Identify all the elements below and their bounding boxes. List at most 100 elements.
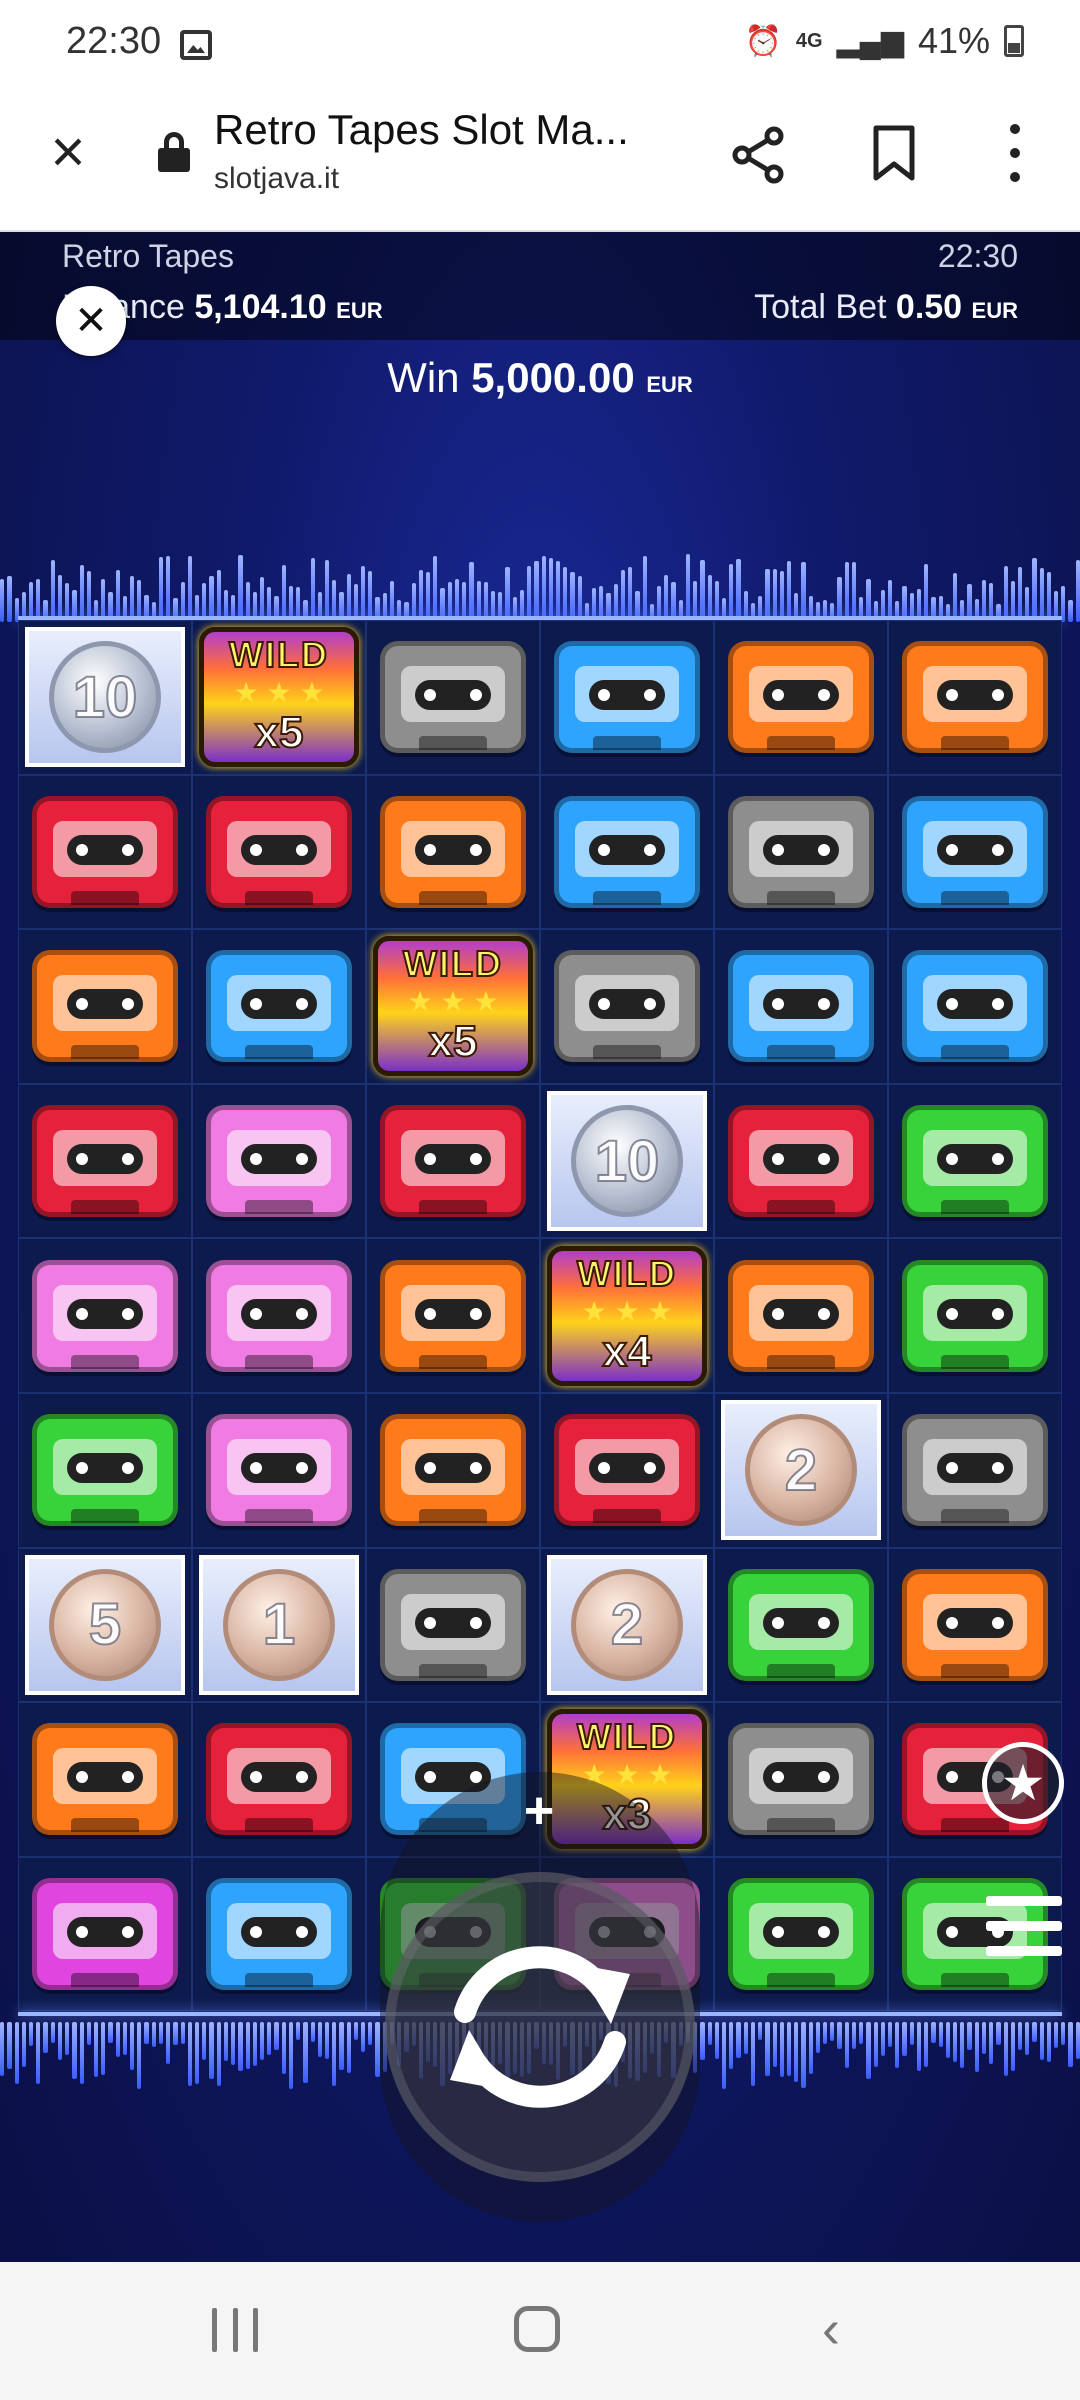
- equalizer-bar: [1068, 2022, 1073, 2067]
- game-menu-icon[interactable]: [986, 1896, 1062, 1956]
- equalizer-bar: [324, 559, 330, 622]
- cassette-green-symbol: [902, 1259, 1048, 1372]
- equalizer-bar: [1017, 567, 1023, 622]
- equalizer-bar: [361, 2022, 366, 2052]
- reel-cell: [714, 1083, 888, 1239]
- equalizer-bar: [93, 2022, 99, 2077]
- cassette-blue-symbol: [554, 795, 700, 908]
- reel-cell: [192, 1238, 366, 1393]
- equalizer-bar: [707, 2022, 712, 2046]
- equalizer-bar: [707, 574, 712, 622]
- equalizer-bar: [938, 2022, 943, 2048]
- equalizer-bar: [216, 570, 221, 622]
- cassette-blue-symbol: [206, 950, 352, 1063]
- reel-cell: 2: [540, 1547, 714, 1703]
- battery-icon: [1004, 25, 1024, 57]
- home-icon[interactable]: [514, 2306, 560, 2352]
- reel-cell: 1: [192, 1547, 366, 1703]
- page-domain[interactable]: slotjava.it: [214, 162, 339, 196]
- cassette-red-symbol: [32, 1105, 178, 1218]
- cassette-pink-symbol: [32, 1259, 178, 1372]
- cassette-red-symbol: [206, 795, 352, 908]
- equalizer-bar: [57, 574, 63, 622]
- close-tab-icon[interactable]: ×: [42, 122, 94, 182]
- equalizer-bar: [779, 2022, 784, 2077]
- equalizer-bar: [859, 2022, 864, 2044]
- reel-cell: WILD ★ ★ ★ x4: [540, 1238, 714, 1393]
- reel-cell: WILD ★ ★ ★ x5: [366, 929, 540, 1084]
- equalizer-bar: [945, 2022, 950, 2058]
- equalizer-bar: [433, 556, 438, 622]
- equalizer-bar: [664, 574, 669, 622]
- equalizer-bar: [772, 2022, 777, 2067]
- wild-stars-icon: ★ ★ ★: [233, 677, 325, 709]
- page-title[interactable]: Retro Tapes Slot Ma...: [214, 106, 629, 154]
- total-bet-value: 0.50: [895, 288, 963, 326]
- equalizer-bar: [0, 579, 5, 622]
- reel-cell: [18, 774, 192, 930]
- lock-icon[interactable]: [158, 132, 190, 172]
- more-options-icon[interactable]: [1000, 124, 1030, 182]
- equalizer-bar: [721, 2022, 727, 2090]
- coin-symbol: 1: [223, 1568, 335, 1681]
- reel-cell: [366, 1083, 540, 1239]
- equalizer-bar: [144, 2022, 149, 2045]
- reel-cell: 2: [714, 1392, 888, 1548]
- equalizer-bar: [866, 2022, 871, 2079]
- equalizer-bar: [714, 2022, 719, 2060]
- equalizer-bar: [960, 2022, 965, 2069]
- win-label: Win: [387, 354, 460, 401]
- game-close-button[interactable]: ✕: [56, 286, 126, 356]
- reel-cell: 5: [18, 1547, 192, 1703]
- equalizer-bar: [548, 557, 553, 622]
- reel-cell: [192, 1083, 366, 1239]
- reel-cell: [888, 620, 1062, 775]
- equalizer-bar: [231, 2022, 236, 2066]
- cassette-orange-symbol: [32, 950, 178, 1063]
- recents-icon[interactable]: [212, 2308, 258, 2352]
- equalizer-bar: [765, 2022, 770, 2077]
- reel-cell: [366, 1392, 540, 1548]
- equalizer-bar: [310, 2022, 315, 2043]
- bet-plus-button[interactable]: +: [516, 1785, 562, 1837]
- equalizer-bar: [426, 571, 431, 622]
- cassette-red-symbol: [206, 1723, 352, 1836]
- game-name: Retro Tapes: [62, 238, 234, 274]
- equalizer-bar: [801, 562, 806, 622]
- coin-symbol: 5: [49, 1568, 161, 1681]
- reel-cell: [18, 1856, 192, 2012]
- coin-highlight: 2: [721, 1400, 881, 1541]
- equalizer-bar: [779, 570, 784, 622]
- equalizer-bar: [527, 565, 532, 622]
- equalizer-bar: [880, 2022, 885, 2056]
- equalizer-bar: [924, 564, 929, 622]
- spin-button[interactable]: [385, 1872, 695, 2182]
- cassette-green-symbol: [728, 1568, 874, 1681]
- refresh-icon: [450, 1946, 630, 2108]
- bookmark-icon[interactable]: [872, 124, 916, 182]
- cassette-blue-symbol: [728, 950, 874, 1063]
- coin-highlight: 1: [199, 1554, 359, 1695]
- equalizer-bar: [281, 565, 286, 622]
- cassette-gray-symbol: [728, 795, 874, 908]
- reel-cell: [366, 774, 540, 930]
- favorite-star-button[interactable]: ★: [982, 1742, 1064, 1824]
- equalizer-bar: [158, 557, 164, 622]
- equalizer-bar: [620, 569, 626, 622]
- back-icon[interactable]: ‹: [822, 2302, 840, 2356]
- equalizer-bar: [43, 2022, 48, 2053]
- equalizer-bar: [736, 2022, 741, 2059]
- equalizer-bar: [267, 2022, 272, 2055]
- equalizer-bar: [122, 2022, 128, 2055]
- coin-symbol: 2: [571, 1568, 683, 1681]
- coin-symbol: 10: [571, 1105, 683, 1218]
- equalizer-bar: [195, 2022, 200, 2085]
- equalizer-bar: [50, 2022, 55, 2043]
- reel-cell: [888, 929, 1062, 1084]
- cassette-red-symbol: [554, 1414, 700, 1527]
- equalizer-bar: [534, 561, 539, 622]
- share-icon[interactable]: [730, 126, 788, 184]
- equalizer-bar: [888, 2022, 893, 2048]
- equalizer-bar: [418, 569, 423, 622]
- equalizer-bar: [166, 2022, 171, 2065]
